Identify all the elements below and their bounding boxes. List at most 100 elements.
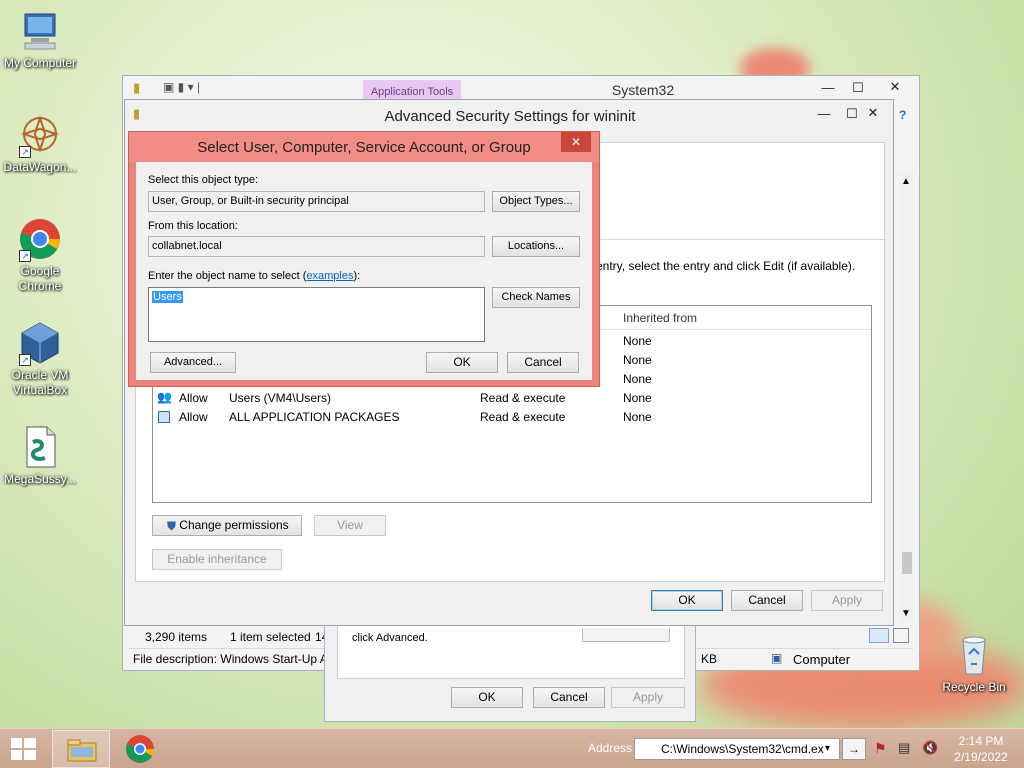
computer-icon bbox=[17, 8, 63, 54]
select-dialog-titlebar: Select User, Computer, Service Account, … bbox=[129, 132, 599, 162]
enable-inheritance-button[interactable]: Enable inheritance bbox=[152, 549, 282, 570]
chrome-icon bbox=[126, 735, 154, 763]
select-user-dialog: Select User, Computer, Service Account, … bbox=[128, 131, 600, 387]
inherited-cell: None bbox=[623, 353, 652, 367]
advanced-button[interactable]: Advanced... bbox=[150, 352, 236, 373]
desktop-icon-label: MegaSussy... bbox=[4, 472, 76, 486]
start-button[interactable] bbox=[10, 737, 38, 761]
action-center-flag-icon[interactable]: ⚑ bbox=[874, 740, 887, 757]
quick-access-toolbar[interactable]: ▣ ▮ ▾ | bbox=[163, 80, 200, 94]
close-button[interactable]: ✕ bbox=[561, 132, 591, 152]
desktop-icon-my-computer[interactable]: My Computer bbox=[0, 8, 80, 71]
status-selected: 1 item selected bbox=[230, 630, 311, 644]
address-input[interactable]: C:\Windows\System32\cmd.ex ▾ bbox=[634, 738, 840, 760]
address-toolbar-label: Address bbox=[588, 741, 633, 755]
uac-shield-icon: ⛊ bbox=[167, 519, 177, 533]
desktop-icon-label: Oracle VM VirtualBox bbox=[11, 368, 69, 397]
object-type-label: Select this object type: bbox=[148, 174, 259, 186]
object-name-input[interactable]: Users bbox=[148, 287, 485, 342]
view-button[interactable]: View bbox=[314, 515, 386, 536]
access-cell: Read & execute bbox=[480, 391, 566, 405]
type-cell: Allow bbox=[179, 391, 208, 405]
large-icons-view-icon[interactable] bbox=[893, 628, 909, 643]
explorer-title: System32 bbox=[611, 82, 675, 98]
change-permissions-label: Change permissions bbox=[179, 518, 289, 532]
inherited-cell: None bbox=[623, 334, 652, 348]
desktop-icon-label: DataWagon... bbox=[3, 160, 77, 174]
minimize-button[interactable]: — bbox=[809, 104, 839, 124]
shortcut-arrow-icon: ↗ bbox=[19, 250, 31, 262]
close-button[interactable]: ✕ bbox=[851, 103, 895, 123]
apply-button[interactable]: Apply bbox=[811, 590, 883, 611]
scroll-up-icon[interactable]: ▲ bbox=[901, 176, 911, 187]
table-row[interactable]: 👥 Allow Users (VM4\Users) Read & execute… bbox=[153, 389, 871, 408]
close-button[interactable]: ✕ bbox=[873, 77, 917, 97]
taskbar-chrome[interactable] bbox=[124, 733, 162, 765]
desktop-icon-virtualbox[interactable]: ↗ Oracle VM VirtualBox bbox=[0, 320, 80, 398]
shortcut-arrow-icon: ↗ bbox=[19, 146, 31, 158]
minimize-button[interactable]: — bbox=[813, 78, 843, 98]
examples-link[interactable]: examples bbox=[306, 270, 353, 282]
chrome-icon: ↗ bbox=[17, 216, 63, 262]
desktop-icon-megasussy[interactable]: MegaSussy... bbox=[0, 424, 80, 487]
file-description: File description: Windows Start-Up A bbox=[133, 652, 328, 666]
enter-name-label-suffix: ): bbox=[353, 270, 361, 282]
object-types-button[interactable]: Object Types... bbox=[492, 191, 580, 212]
arrow-right-icon: → bbox=[848, 742, 860, 756]
principal-cell: ALL APPLICATION PACKAGES bbox=[229, 410, 400, 424]
clock[interactable]: 2:14 PM 2/19/2022 bbox=[946, 733, 1016, 765]
check-names-button[interactable]: Check Names bbox=[492, 287, 580, 308]
ok-button[interactable]: OK bbox=[651, 590, 723, 611]
network-icon[interactable]: ▤ bbox=[898, 740, 910, 756]
cancel-button[interactable]: Cancel bbox=[731, 590, 803, 611]
clock-date: 2/19/2022 bbox=[954, 750, 1008, 764]
desktop-icon-recycle-bin[interactable]: Recycle Bin bbox=[934, 632, 1014, 695]
locations-button[interactable]: Locations... bbox=[492, 236, 580, 257]
chevron-down-icon[interactable]: ▾ bbox=[825, 739, 830, 759]
details-view-icon[interactable] bbox=[869, 628, 889, 643]
change-permissions-button[interactable]: ⛊ Change permissions bbox=[152, 515, 302, 536]
inherited-cell: None bbox=[623, 391, 652, 405]
taskbar-file-explorer[interactable] bbox=[52, 730, 110, 768]
scroll-down-icon[interactable]: ▼ bbox=[901, 608, 911, 619]
explorer-scrollbar[interactable]: ▲ ▼ bbox=[899, 172, 915, 622]
permission-instruction: entry, select the entry and click Edit (… bbox=[596, 259, 856, 273]
help-icon[interactable]: ? bbox=[899, 108, 913, 124]
type-cell: Allow bbox=[179, 410, 208, 424]
object-type-field: User, Group, or Built-in security princi… bbox=[148, 191, 485, 212]
table-row[interactable]: Allow ALL APPLICATION PACKAGES Read & ex… bbox=[153, 408, 871, 427]
advanced-hint: click Advanced. bbox=[352, 632, 428, 644]
scroll-thumb[interactable] bbox=[902, 552, 912, 574]
file-explorer-icon bbox=[67, 739, 97, 762]
advanced-button-partial[interactable] bbox=[582, 628, 670, 642]
select-dialog-body: Select this object type: User, Group, or… bbox=[136, 162, 592, 380]
ok-button[interactable]: OK bbox=[426, 352, 498, 373]
desktop-icon-chrome[interactable]: ↗ Google Chrome bbox=[0, 216, 80, 294]
object-name-selection: Users bbox=[152, 291, 183, 303]
ok-button[interactable]: OK bbox=[451, 687, 523, 708]
advanced-title: Advanced Security Settings for wininit bbox=[384, 108, 636, 125]
location-field: collabnet.local bbox=[148, 236, 485, 257]
cancel-button[interactable]: Cancel bbox=[533, 687, 605, 708]
computer-location: Computer bbox=[793, 652, 851, 667]
location-label: From this location: bbox=[148, 220, 238, 232]
status-item-count: 3,290 items bbox=[145, 630, 208, 644]
taskbar: Address C:\Windows\System32\cmd.ex ▾ → ⚑… bbox=[0, 728, 1024, 768]
desktop-icon-datawagon[interactable]: ↗ DataWagon... bbox=[0, 112, 80, 175]
inherited-cell: None bbox=[623, 372, 652, 386]
computer-small-icon: ▣ bbox=[771, 651, 783, 665]
volume-muted-icon[interactable]: 🔇 bbox=[922, 740, 938, 756]
principal-cell: Users (VM4\Users) bbox=[229, 391, 332, 405]
enter-name-label: Enter the object name to select (example… bbox=[148, 270, 360, 282]
virtualbox-icon: ↗ bbox=[17, 320, 63, 366]
maximize-button[interactable]: ☐ bbox=[843, 78, 873, 98]
select-dialog-title: Select User, Computer, Service Account, … bbox=[197, 139, 531, 156]
column-header-inherited[interactable]: Inherited from bbox=[623, 311, 697, 325]
go-button[interactable]: → bbox=[842, 738, 866, 760]
datawagon-icon: ↗ bbox=[17, 112, 63, 158]
desktop-icon-label: Recycle Bin bbox=[942, 680, 1006, 694]
folder-icon: ▮ bbox=[133, 80, 141, 95]
users-group-icon: 👥 bbox=[157, 390, 172, 404]
cancel-button[interactable]: Cancel bbox=[507, 352, 579, 373]
apply-button[interactable]: Apply bbox=[611, 687, 685, 708]
